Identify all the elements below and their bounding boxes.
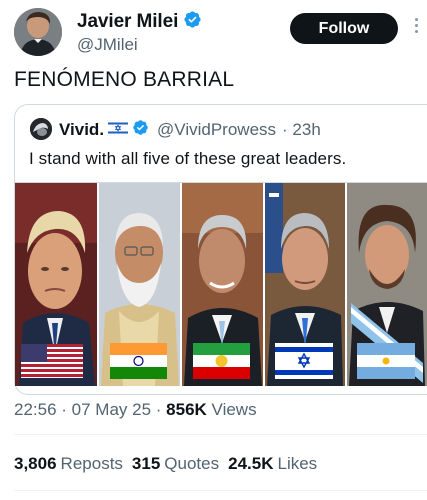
israel-flag bbox=[275, 343, 333, 379]
divider-bottom bbox=[14, 490, 427, 491]
india-flag bbox=[110, 343, 167, 379]
quoted-verified-badge-icon bbox=[132, 119, 149, 141]
quotes-stat[interactable]: 315 Quotes bbox=[132, 454, 219, 474]
argentina-flag bbox=[357, 343, 415, 379]
reposts-count: 3,806 bbox=[14, 454, 57, 473]
quoted-tweet[interactable]: Vivid. @VividProwess · 23h I stand with … bbox=[14, 104, 427, 395]
tweet-text: FENÓMENO BARRIAL bbox=[14, 68, 235, 91]
reposts-stat[interactable]: 3,806 Reposts bbox=[14, 454, 123, 474]
collage-panel-argentina bbox=[347, 183, 427, 386]
iran-lion-and-sun-flag bbox=[193, 343, 250, 379]
divider bbox=[14, 434, 427, 435]
views-label: Views bbox=[211, 400, 257, 419]
author-handle[interactable]: @JMilei bbox=[77, 35, 138, 55]
quoted-handle[interactable]: @VividProwess bbox=[157, 120, 276, 140]
quotes-count: 315 bbox=[131, 454, 161, 473]
collage-panel-iran bbox=[182, 183, 263, 386]
likes-label: Likes bbox=[277, 454, 318, 473]
tweet-meta: 22:56 · 07 May 25 · 856K Views bbox=[14, 400, 257, 420]
tweet-timestamp[interactable]: 22:56 · 07 May 25 · bbox=[14, 400, 161, 419]
follow-button[interactable]: Follow bbox=[290, 13, 398, 44]
israel-flag-icon bbox=[108, 120, 129, 140]
quotes-label: Quotes bbox=[164, 454, 220, 473]
collage-panel-india bbox=[99, 183, 180, 386]
united-states-flag bbox=[21, 344, 83, 378]
leaders-collage-image[interactable] bbox=[15, 182, 427, 386]
quoted-display-name[interactable]: Vivid. bbox=[59, 120, 104, 140]
views-count: 856K bbox=[166, 400, 207, 419]
quoted-time[interactable]: · 23h bbox=[282, 120, 321, 140]
author-avatar[interactable] bbox=[14, 8, 62, 56]
collage-panel-israel bbox=[265, 183, 345, 386]
likes-count: 24.5K bbox=[228, 454, 274, 473]
tweet-header: Javier Milei @JMilei Follow bbox=[14, 8, 419, 60]
quoted-text: I stand with all five of these great lea… bbox=[29, 149, 347, 168]
author-display-name[interactable]: Javier Milei bbox=[77, 11, 178, 33]
reposts-label: Reposts bbox=[60, 454, 123, 473]
more-options-icon[interactable] bbox=[413, 18, 419, 40]
verified-badge-icon bbox=[183, 10, 202, 34]
collage-panel-usa bbox=[15, 183, 97, 386]
engagement-stats: 3,806 Reposts 315 Quotes 24.5K Likes bbox=[14, 454, 317, 474]
quoted-author-avatar[interactable] bbox=[30, 118, 52, 140]
likes-stat[interactable]: 24.5K Likes bbox=[228, 454, 317, 474]
